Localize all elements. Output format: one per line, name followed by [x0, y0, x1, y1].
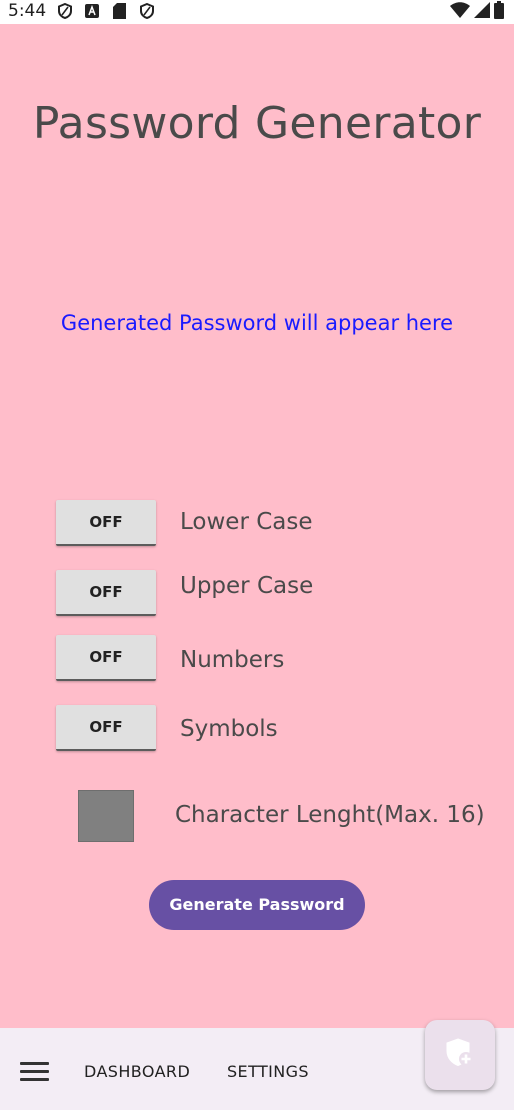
character-length-input[interactable]: [78, 790, 134, 842]
wifi-icon: [450, 1, 470, 23]
symbols-toggle[interactable]: OFF: [56, 705, 156, 751]
status-right-group: [450, 0, 504, 24]
settings-link[interactable]: SETTINGS: [227, 1062, 309, 1081]
battery-icon: [494, 0, 504, 24]
generated-password-text: Generated Password will appear here: [60, 311, 454, 335]
symbols-label: Symbols: [180, 716, 278, 742]
lower-case-label: Lower Case: [180, 509, 313, 535]
status-time: 5:44: [8, 1, 47, 21]
text-a-icon: [84, 3, 100, 19]
upper-case-toggle[interactable]: OFF: [56, 570, 156, 616]
page-title: Password Generator: [32, 98, 482, 149]
lower-case-toggle[interactable]: OFF: [56, 500, 156, 546]
hamburger-menu-icon[interactable]: [20, 1062, 49, 1082]
numbers-toggle[interactable]: OFF: [56, 635, 156, 681]
dashboard-link[interactable]: DASHBOARD: [84, 1062, 190, 1081]
status-bar: 5:44: [0, 0, 514, 24]
shield-add-icon: [446, 1037, 474, 1073]
generate-password-button[interactable]: Generate Password: [149, 880, 365, 930]
shield-add-button[interactable]: [425, 1020, 495, 1090]
main-content: Password Generator Generated Password wi…: [0, 24, 514, 1028]
character-length-label: Character Lenght(Max. 16): [175, 802, 485, 828]
upper-case-label: Upper Case: [180, 573, 314, 599]
signal-icon: [474, 1, 490, 23]
shield-icon: [139, 3, 155, 19]
numbers-label: Numbers: [180, 647, 285, 673]
sd-card-icon: [111, 3, 127, 19]
shield-icon: [57, 3, 73, 19]
